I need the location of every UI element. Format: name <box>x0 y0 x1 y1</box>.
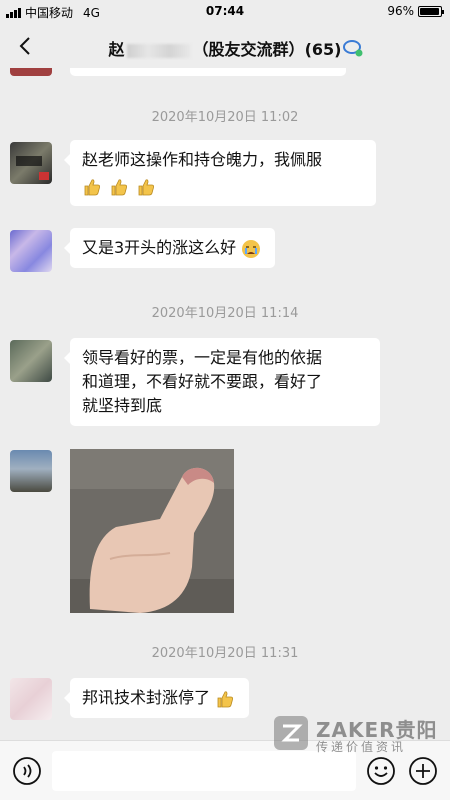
message-text: 赵老师这操作和持仓魄力，我佩服 <box>82 150 323 169</box>
blurred-name <box>126 43 191 58</box>
zaker-watermark: ZAKER贵阳 传递价值资讯 <box>274 716 437 756</box>
nav-bar: 赵 （股友交流群）(65) <box>0 24 450 68</box>
timestamp: 2020年10月20日 11:31 <box>151 646 299 661</box>
thumbs-up-icon <box>217 690 234 707</box>
message-text: 邦讯技术封涨停了 <box>82 688 211 707</box>
status-right: 96% <box>387 4 444 18</box>
message-bubble[interactable]: 又是3开头的涨这么好 <box>63 228 276 268</box>
thumbs-up-photo[interactable] <box>70 449 234 613</box>
voice-icon[interactable] <box>12 756 42 786</box>
avatar[interactable] <box>10 230 52 272</box>
title-prefix: 赵 <box>108 40 125 59</box>
message-text: 又是3开头的涨这么好 <box>82 238 237 257</box>
partial-bubble <box>70 68 346 76</box>
avatar[interactable] <box>10 340 52 382</box>
status-bar: 中国移动 4G 07:44 96% <box>0 0 450 24</box>
title-suffix: （股友交流群） <box>192 40 305 59</box>
back-arrow-icon[interactable] <box>14 34 38 58</box>
timestamp: 2020年10月20日 11:02 <box>151 110 299 125</box>
message-line: 领导看好的票，一定是有他的依据 <box>82 348 323 367</box>
chat-title: 赵 （股友交流群）(65) <box>60 36 390 60</box>
avatar[interactable] <box>10 142 52 184</box>
chat-bubbles-icon[interactable] <box>342 38 364 58</box>
thumbs-up-icon <box>84 178 100 195</box>
message-input[interactable] <box>52 751 356 791</box>
thumbs-up-photo-image <box>70 449 234 613</box>
emoji-icon[interactable] <box>366 756 396 786</box>
emoji-row <box>82 172 364 198</box>
chat-area[interactable]: 2020年10月20日 11:02 赵老师这操作和持仓魄力，我佩服 又是3开头的… <box>0 68 450 740</box>
avatar[interactable] <box>10 450 52 492</box>
member-count: (65) <box>304 40 342 59</box>
plus-icon[interactable] <box>408 756 438 786</box>
message-bubble[interactable]: 赵老师这操作和持仓魄力，我佩服 <box>64 140 376 206</box>
timestamp: 2020年10月20日 11:14 <box>151 306 299 321</box>
clock: 07:44 <box>205 4 245 18</box>
message-bubble[interactable]: 邦讯技术封涨停了 <box>63 678 250 718</box>
crying-face-icon <box>242 239 261 258</box>
avatar[interactable] <box>10 678 52 720</box>
partial-avatar <box>10 68 52 76</box>
battery-icon <box>418 5 444 17</box>
thumbs-up-icon <box>111 178 128 195</box>
watermark-tagline: 传递价值资讯 <box>316 740 407 754</box>
message-line: 和道理，不看好就不要跟，看好了 <box>82 372 323 391</box>
message-bubble[interactable]: 领导看好的票，一定是有他的依据 和道理，不看好就不要跟，看好了 就坚持到底 <box>64 338 380 426</box>
message-line: 就坚持到底 <box>82 396 163 415</box>
battery-percent: 96% <box>387 4 414 18</box>
zaker-logo-icon <box>274 716 308 750</box>
thumbs-up-icon <box>138 178 155 195</box>
